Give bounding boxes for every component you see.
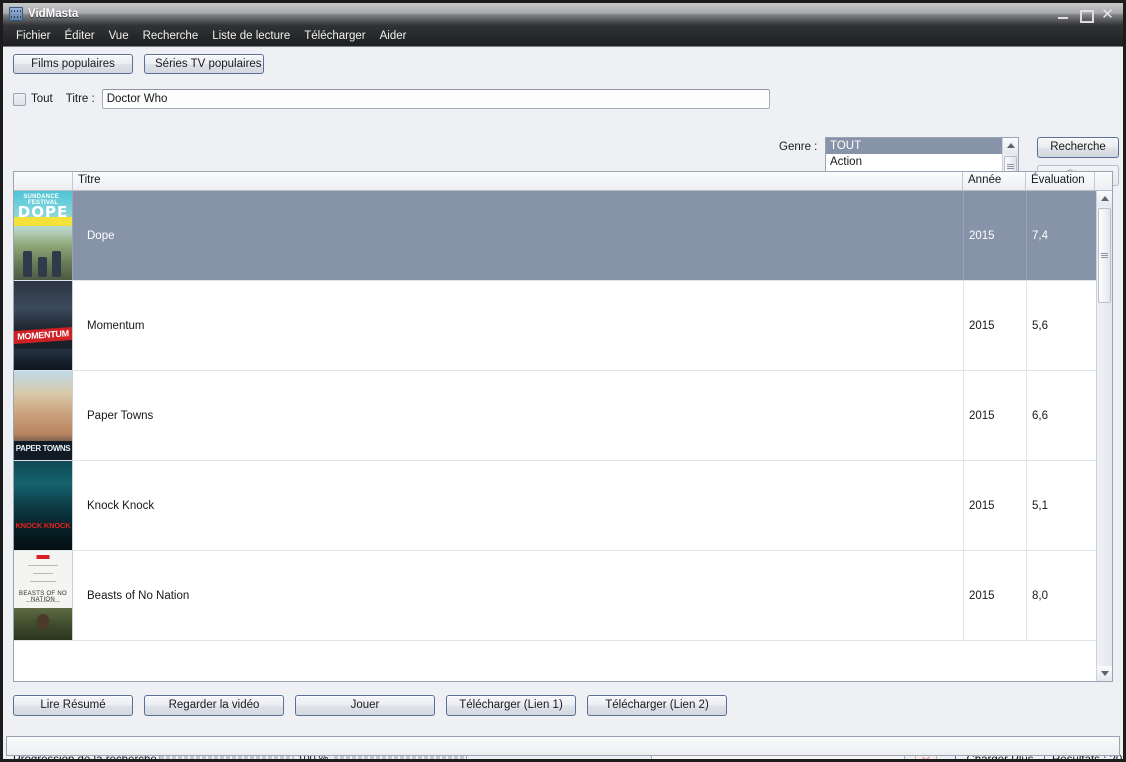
genre-option-tout[interactable]: TOUT bbox=[826, 138, 1002, 154]
title-label: Titre : bbox=[65, 93, 95, 105]
results-table: Titre Année Évaluation SUNDANCE FESTIVAL… bbox=[13, 171, 1113, 682]
momentum-poster: MOMENTUM bbox=[14, 281, 72, 370]
table-row[interactable]: BEASTS OF NO NATION Beasts of No Nation … bbox=[14, 551, 1096, 641]
scroll-down-icon[interactable] bbox=[1096, 666, 1112, 681]
download-link1-button[interactable]: Télécharger (Lien 1) bbox=[446, 695, 576, 716]
popular-tabs: Films populaires Séries TV populaires bbox=[13, 54, 264, 74]
menu-bar: Fichier Éditer Vue Recherche Liste de le… bbox=[3, 25, 1123, 46]
main-content: Films populaires Séries TV populaires To… bbox=[3, 46, 1123, 759]
year-cell: 2015 bbox=[964, 191, 1027, 280]
film-reel-icon bbox=[9, 7, 23, 21]
genre-label: Genre : bbox=[779, 141, 818, 153]
menu-item-liste-de-lecture[interactable]: Liste de lecture bbox=[205, 28, 297, 44]
row-actions: Lire Résumé Regarder la vidéo Jouer Télé… bbox=[13, 695, 727, 716]
all-checkbox[interactable] bbox=[13, 92, 26, 106]
column-header-evaluation[interactable]: Évaluation bbox=[1026, 172, 1095, 190]
close-icon[interactable]: ✕ bbox=[1101, 6, 1114, 21]
column-header-titre[interactable]: Titre bbox=[73, 172, 963, 190]
title-input[interactable] bbox=[101, 89, 770, 109]
table-row[interactable]: PAPER TOWNS Paper Towns 2015 6,6 bbox=[14, 371, 1096, 461]
column-header-spacer bbox=[1095, 172, 1112, 190]
year-cell: 2015 bbox=[964, 371, 1027, 460]
table-header-row: Titre Année Évaluation bbox=[14, 172, 1112, 191]
play-button[interactable]: Jouer bbox=[295, 695, 435, 716]
poster-cell: BEASTS OF NO NATION bbox=[14, 551, 73, 640]
rating-cell: 8,0 bbox=[1032, 589, 1048, 602]
minimize-icon[interactable] bbox=[1057, 8, 1070, 21]
vidmasta-window: VidMasta ✕ Fichier Éditer Vue Recherche … bbox=[0, 0, 1126, 762]
title-cell: Beasts of No Nation bbox=[73, 551, 964, 640]
year-cell: 2015 bbox=[964, 551, 1027, 640]
table-scrollbar[interactable] bbox=[1096, 191, 1112, 681]
tab-popular-tv[interactable]: Séries TV populaires bbox=[144, 54, 264, 74]
knock-knock-poster: KNOCK KNOCK bbox=[14, 461, 72, 550]
poster-cell: KNOCK KNOCK bbox=[14, 461, 73, 550]
title-cell: Dope bbox=[73, 191, 964, 280]
all-checkbox-label: Tout bbox=[31, 93, 53, 105]
menu-item-editer[interactable]: Éditer bbox=[58, 28, 102, 44]
dope-poster: SUNDANCE FESTIVAL DOPE bbox=[14, 191, 72, 280]
status-bar bbox=[6, 736, 1120, 756]
beasts-poster: BEASTS OF NO NATION bbox=[14, 551, 72, 640]
title-bar: VidMasta ✕ bbox=[3, 3, 1123, 25]
menu-item-telecharger[interactable]: Télécharger bbox=[297, 28, 372, 44]
year-cell: 2015 bbox=[964, 461, 1027, 550]
table-row[interactable]: SUNDANCE FESTIVAL DOPE Dope 2015 7,4 bbox=[14, 191, 1096, 281]
table-scrollbar-thumb[interactable] bbox=[1098, 208, 1111, 303]
menu-item-recherche[interactable]: Recherche bbox=[136, 28, 206, 44]
search-button[interactable]: Recherche bbox=[1037, 137, 1119, 158]
table-body-wrapper: SUNDANCE FESTIVAL DOPE Dope 2015 7,4 MOM… bbox=[14, 191, 1112, 681]
maximize-icon[interactable] bbox=[1079, 8, 1094, 23]
menu-item-vue[interactable]: Vue bbox=[102, 28, 136, 44]
rating-cell: 6,6 bbox=[1032, 409, 1048, 422]
title-cell: Knock Knock bbox=[73, 461, 964, 550]
poster-cell: SUNDANCE FESTIVAL DOPE bbox=[14, 191, 73, 280]
scroll-up-icon[interactable] bbox=[1002, 138, 1018, 153]
table-row[interactable]: KNOCK KNOCK Knock Knock 2015 5,1 bbox=[14, 461, 1096, 551]
scroll-up-icon[interactable] bbox=[1096, 191, 1112, 206]
rating-cell: 5,1 bbox=[1032, 499, 1048, 512]
menu-item-aider[interactable]: Aider bbox=[373, 28, 414, 44]
table-body: SUNDANCE FESTIVAL DOPE Dope 2015 7,4 MOM… bbox=[14, 191, 1096, 681]
genre-option-action[interactable]: Action bbox=[826, 154, 1002, 170]
table-row[interactable]: MOMENTUM Momentum 2015 5,6 bbox=[14, 281, 1096, 371]
window-title: VidMasta bbox=[28, 8, 79, 20]
rating-cell: 5,6 bbox=[1032, 319, 1048, 332]
rating-cell: 7,4 bbox=[1032, 229, 1048, 242]
column-header-poster[interactable] bbox=[14, 172, 73, 190]
paper-towns-poster: PAPER TOWNS bbox=[14, 371, 72, 460]
menu-item-fichier[interactable]: Fichier bbox=[9, 28, 58, 44]
window-controls: ✕ bbox=[1057, 6, 1123, 23]
poster-cell: MOMENTUM bbox=[14, 281, 73, 370]
download-link2-button[interactable]: Télécharger (Lien 2) bbox=[587, 695, 727, 716]
poster-cell: PAPER TOWNS bbox=[14, 371, 73, 460]
title-search-row: Tout Titre : bbox=[13, 89, 770, 109]
tab-popular-movies[interactable]: Films populaires bbox=[13, 54, 133, 74]
year-cell: 2015 bbox=[964, 281, 1027, 370]
read-summary-button[interactable]: Lire Résumé bbox=[13, 695, 133, 716]
title-cell: Paper Towns bbox=[73, 371, 964, 460]
title-cell: Momentum bbox=[73, 281, 964, 370]
watch-video-button[interactable]: Regarder la vidéo bbox=[144, 695, 284, 716]
column-header-annee[interactable]: Année bbox=[963, 172, 1026, 190]
